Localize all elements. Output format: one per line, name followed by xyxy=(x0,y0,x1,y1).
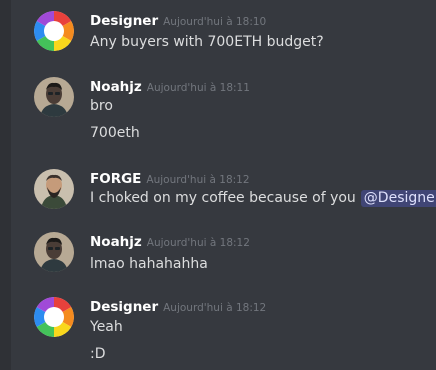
timestamp[interactable]: Aujourd'hui à 18:12 xyxy=(163,302,266,314)
noahjz-avatar xyxy=(34,77,74,117)
timestamp[interactable]: Aujourd'hui à 18:12 xyxy=(147,237,250,249)
avatar[interactable] xyxy=(34,11,74,51)
message-text: Any buyers with 700ETH budget? xyxy=(90,34,324,50)
message-header: Designer Aujourd'hui à 18:12 xyxy=(90,297,266,317)
message-text: I choked on my coffee because of you xyxy=(90,190,356,206)
avatar[interactable] xyxy=(34,77,74,117)
channel-scroll-gutter xyxy=(0,0,11,370)
message-group: Designer Aujourd'hui à 18:10 Any buyers w… xyxy=(34,11,434,57)
message-header: FORGE Aujourd'hui à 18:12 xyxy=(90,169,250,189)
username[interactable]: Noahjz xyxy=(90,79,142,95)
username[interactable]: Designer xyxy=(90,299,158,315)
timestamp[interactable]: Aujourd'hui à 18:11 xyxy=(147,82,250,94)
timestamp[interactable]: Aujourd'hui à 18:10 xyxy=(163,16,266,28)
color-wheel-icon xyxy=(34,11,74,51)
message-text: lmao hahahahha xyxy=(90,256,208,272)
message-content: I choked on my coffee because of you @Des… xyxy=(90,189,436,207)
message-group: FORGE Aujourd'hui à 18:12 I choked on my … xyxy=(34,169,436,211)
message-text: :D xyxy=(90,346,106,362)
message-text: 700eth xyxy=(90,125,140,141)
avatar[interactable] xyxy=(34,232,74,272)
avatar[interactable] xyxy=(34,169,74,209)
username[interactable]: Designer xyxy=(90,13,158,29)
message-text: Yeah xyxy=(90,319,123,335)
message-group: Designer Aujourd'hui à 18:12 Yeah :D xyxy=(34,297,434,365)
message-header: Noahjz Aujourd'hui à 18:12 xyxy=(90,232,250,252)
message-text: bro xyxy=(90,98,113,114)
forge-avatar xyxy=(34,169,74,209)
user-mention[interactable]: @Designer xyxy=(360,190,436,207)
timestamp[interactable]: Aujourd'hui à 18:12 xyxy=(146,174,249,186)
noahjz-avatar xyxy=(34,232,74,272)
avatar[interactable] xyxy=(34,297,74,337)
message-header: Designer Aujourd'hui à 18:10 xyxy=(90,11,266,31)
username[interactable]: FORGE xyxy=(90,171,141,187)
message-group: Noahjz Aujourd'hui à 18:12 lmao hahahahha xyxy=(34,232,434,274)
message-header: Noahjz Aujourd'hui à 18:11 xyxy=(90,77,250,97)
message-group: Noahjz Aujourd'hui à 18:11 bro 700eth xyxy=(34,77,434,143)
username[interactable]: Noahjz xyxy=(90,234,142,250)
color-wheel-icon xyxy=(34,297,74,337)
